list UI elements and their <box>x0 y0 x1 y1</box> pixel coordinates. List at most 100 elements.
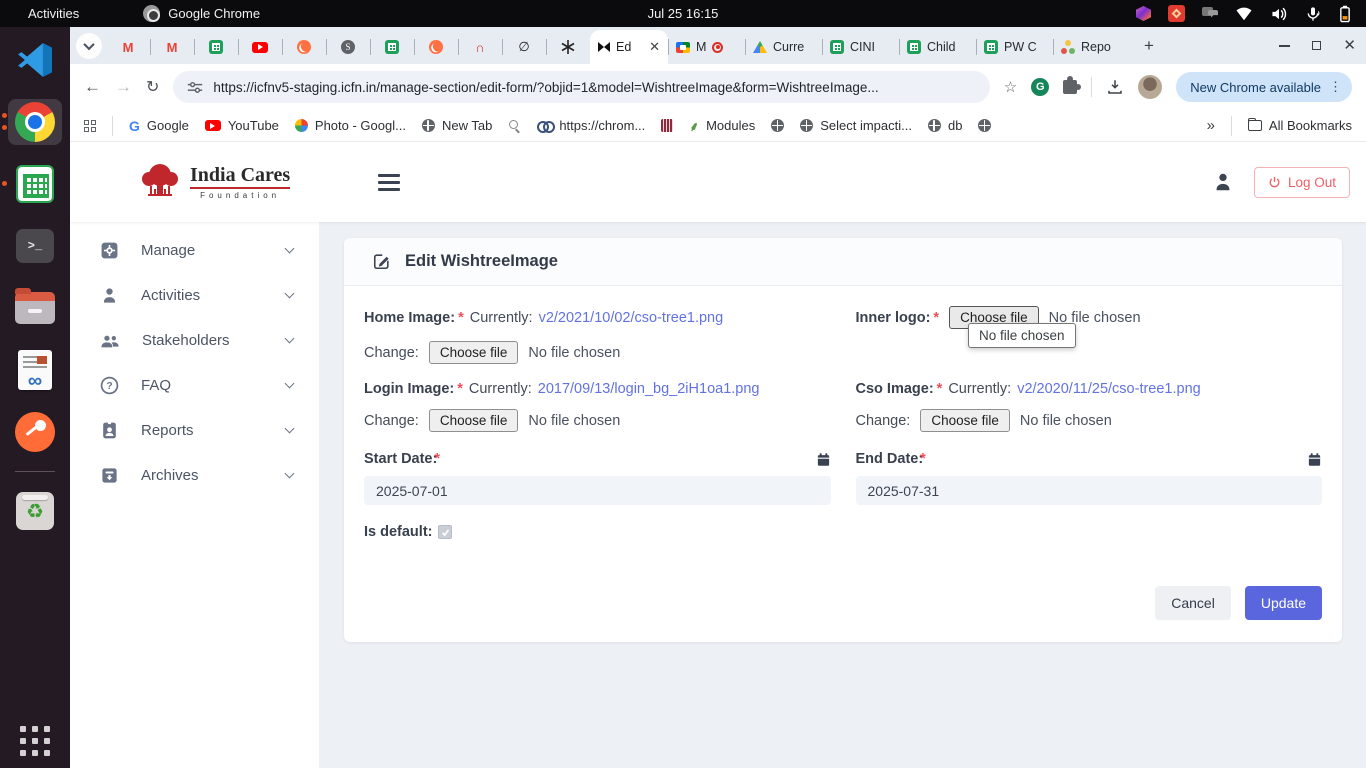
start-date-input[interactable] <box>364 476 831 505</box>
clock[interactable]: Jul 25 16:15 <box>648 6 719 21</box>
tab-label: PW C <box>1004 40 1037 54</box>
question-circle-icon: ? <box>100 376 119 395</box>
tab-meet[interactable]: M <box>668 30 745 64</box>
tab-sheets-2[interactable] <box>370 30 414 64</box>
bookmarks-overflow-button[interactable]: » <box>1207 117 1215 134</box>
form-grid: Home Image:* Currently: v2/2021/10/02/cs… <box>344 286 1342 540</box>
calendar-icon[interactable] <box>816 452 831 467</box>
back-button[interactable]: ← <box>84 77 101 97</box>
tab-sheets-1[interactable] <box>194 30 238 64</box>
all-bookmarks-button[interactable]: All Bookmarks <box>1248 118 1352 133</box>
tab-orange-2[interactable] <box>414 30 458 64</box>
cso-image-file-link[interactable]: v2/2020/11/25/cso-tree1.png <box>1017 381 1201 397</box>
tab-dark-globe[interactable]: S <box>326 30 370 64</box>
profile-avatar[interactable] <box>1138 75 1162 99</box>
sidebar-item-label: FAQ <box>141 377 171 394</box>
cancel-button[interactable]: Cancel <box>1155 586 1231 620</box>
login-image-choose-file-button[interactable]: Choose file <box>429 409 519 432</box>
tab-red-arch[interactable]: ∩ <box>458 30 502 64</box>
show-applications-button[interactable] <box>20 726 50 756</box>
tab-close-icon[interactable]: ✕ <box>649 39 660 55</box>
vscode-icon <box>17 42 53 78</box>
tab-label: Curre <box>773 40 804 54</box>
bookmark-search[interactable] <box>508 119 521 132</box>
extensions-puzzle-icon[interactable] <box>1063 80 1077 94</box>
new-tab-button[interactable]: + <box>1136 36 1162 56</box>
dock-terminal[interactable]: >_ <box>8 223 62 269</box>
bookmark-chrom[interactable]: https://chrom... <box>537 118 645 133</box>
cso-image-choose-file-button[interactable]: Choose file <box>920 409 1010 432</box>
tab-search-button[interactable] <box>76 33 102 59</box>
bookmark-maroon[interactable] <box>661 119 673 132</box>
bookmark-globe-2[interactable] <box>978 119 991 132</box>
close-icon[interactable]: ✕ <box>1343 38 1356 53</box>
required-asterisk: * <box>933 310 939 326</box>
tab-gmail-2[interactable]: M <box>150 30 194 64</box>
dock-trash[interactable]: ♻ <box>8 488 62 534</box>
tab-sheets-child[interactable]: Child <box>899 30 976 64</box>
sidebar-item-reports[interactable]: Reports <box>70 408 319 453</box>
bookmark-google[interactable]: GGoogle <box>129 118 189 134</box>
brand-title: India Cares <box>190 165 290 189</box>
login-image-file-link[interactable]: 2017/09/13/login_bg_2iH1oa1.png <box>538 381 760 397</box>
bookmark-star-icon[interactable]: ☆ <box>1004 78 1017 96</box>
calendar-icon[interactable] <box>1307 452 1322 467</box>
bookmark-youtube[interactable]: YouTube <box>205 118 279 133</box>
tab-spiral[interactable] <box>546 30 590 64</box>
home-image-choose-file-button[interactable]: Choose file <box>429 341 519 364</box>
bookmark-globe-1[interactable] <box>771 119 784 132</box>
forward-button[interactable]: → <box>115 77 132 97</box>
downloads-icon[interactable] <box>1106 78 1124 96</box>
tab-sheets-pw[interactable]: PW C <box>976 30 1053 64</box>
tab-null[interactable]: ∅ <box>502 30 546 64</box>
is-default-checkbox[interactable] <box>438 525 452 539</box>
recording-dot-icon <box>712 42 723 53</box>
address-bar[interactable]: https://icfnv5-staging.icfn.in/manage-se… <box>173 71 989 103</box>
tab-youtube[interactable] <box>238 30 282 64</box>
required-asterisk: * <box>937 381 943 397</box>
dock-vscode[interactable] <box>8 37 62 83</box>
bookmark-modules[interactable]: ⸙Modules <box>689 117 755 135</box>
restore-icon[interactable] <box>1312 41 1321 50</box>
sidebar-item-stakeholders[interactable]: Stakeholders <box>70 318 319 363</box>
url-text: https://icfnv5-staging.icfn.in/manage-se… <box>213 80 878 95</box>
hamburger-menu-icon[interactable] <box>378 174 400 191</box>
update-button[interactable]: Update <box>1245 586 1322 620</box>
logout-button[interactable]: Log Out <box>1254 167 1350 198</box>
dock-chrome[interactable] <box>8 99 62 145</box>
update-chrome-button[interactable]: New Chrome available ⋮ <box>1176 72 1352 102</box>
sidebar-item-activities[interactable]: Activities <box>70 273 319 318</box>
tab-orange-1[interactable] <box>282 30 326 64</box>
tab-sheets-cini[interactable]: CINI <box>822 30 899 64</box>
terminal-icon: >_ <box>16 229 54 263</box>
bookmark-db[interactable]: db <box>928 118 962 133</box>
dock-files[interactable] <box>8 285 62 331</box>
dock-libreoffice-calc[interactable] <box>8 161 62 207</box>
bookmark-select-impact[interactable]: Select impacti... <box>800 118 912 133</box>
tab-gmail-1[interactable]: M <box>106 30 150 64</box>
system-tray[interactable] <box>1136 5 1352 23</box>
sidebar-item-manage[interactable]: Manage <box>70 228 319 273</box>
spacer-cell <box>856 524 1323 540</box>
bookmark-photos[interactable]: Photo - Googl... <box>295 118 406 133</box>
reload-button[interactable]: ↻ <box>146 77 159 97</box>
tab-drive[interactable]: Curre <box>745 30 822 64</box>
tab-repo[interactable]: Repo <box>1053 30 1130 64</box>
minimize-icon[interactable] <box>1279 45 1290 47</box>
kebab-menu-icon[interactable]: ⋮ <box>1329 79 1342 95</box>
brand-logo[interactable]: India Cares Foundation <box>138 162 290 202</box>
user-icon[interactable] <box>1212 171 1234 193</box>
dock-postman[interactable] <box>8 409 62 455</box>
sidebar-item-faq[interactable]: ? FAQ <box>70 363 319 408</box>
end-date-input[interactable] <box>856 476 1323 505</box>
focused-app-menu[interactable]: Google Chrome <box>143 5 260 22</box>
activities-button[interactable]: Activities <box>22 4 85 23</box>
bookmark-new-tab[interactable]: New Tab <box>422 118 492 133</box>
wifi-icon <box>1235 6 1253 21</box>
home-image-file-link[interactable]: v2/2021/10/02/cso-tree1.png <box>539 310 724 326</box>
active-tab[interactable]: Ed ✕ <box>590 30 668 64</box>
grammarly-extension-icon[interactable]: G <box>1031 78 1049 96</box>
dock-document-viewer[interactable] <box>8 347 62 393</box>
apps-grid-icon[interactable] <box>84 120 96 132</box>
sidebar-item-archives[interactable]: Archives <box>70 453 319 498</box>
